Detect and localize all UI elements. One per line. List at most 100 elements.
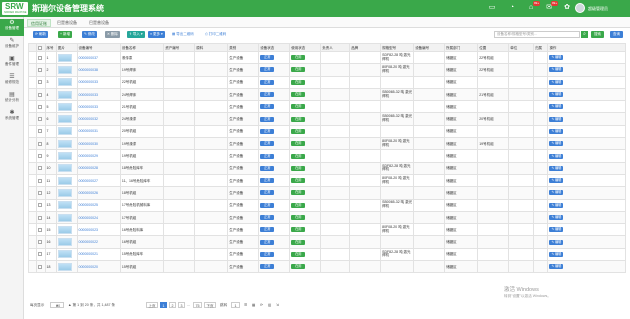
equipment-code-link[interactable]: 0000000020: [76, 260, 121, 274]
row-checkbox[interactable]: [36, 198, 46, 212]
equipment-code-link[interactable]: 0000000026: [76, 186, 121, 200]
export-icon[interactable]: ⇲: [276, 300, 279, 310]
edit-row-button[interactable]: ✎ 编辑: [549, 141, 564, 147]
edit-button[interactable]: ✎ 修改: [82, 31, 97, 38]
tab-equipment-a[interactable]: 巴是普设备: [54, 19, 80, 27]
equipment-image[interactable]: [55, 247, 78, 262]
page-3-button[interactable]: 3: [178, 302, 185, 308]
equipment-code-link[interactable]: 0000000030: [76, 137, 121, 151]
row-checkbox[interactable]: [36, 161, 46, 175]
table-row[interactable]: 11 0000000027 11、16号危险库车 生产设备 正常 在用 80F08-20 吨…: [27, 173, 626, 188]
table-row[interactable]: 16 0000000022 16号机组 生产设备 正常 在用 储罐区 ✎ 编辑: [27, 235, 626, 249]
print-qrcode-link[interactable]: ⎙ 打印二维码: [205, 31, 226, 38]
list-view-icon[interactable]: ☰: [244, 300, 247, 310]
row-checkbox[interactable]: [36, 63, 46, 77]
page-2-button[interactable]: 2: [169, 302, 176, 308]
more-button[interactable]: ≡ 更多 ▾: [148, 31, 165, 38]
page-size-select[interactable]: 20 ▾: [50, 302, 64, 308]
row-checkbox[interactable]: [36, 124, 46, 139]
edit-row-button[interactable]: ✎ 编辑: [549, 178, 564, 184]
export-qrcode-link[interactable]: ▦ 导出二维码: [172, 31, 194, 38]
equipment-image[interactable]: [55, 198, 78, 212]
equipment-code-link[interactable]: 0000000037: [76, 50, 121, 65]
row-checkbox[interactable]: [36, 223, 46, 237]
table-row[interactable]: 7 0000000031 20号机组 生产设备 正常 在用 储罐区 ✎ 编辑: [27, 124, 626, 139]
equipment-image[interactable]: [55, 260, 78, 274]
table-row[interactable]: 17 0000000021 15号危险库车 生产设备 正常 在用 SDF82-28 吨 激光…: [27, 247, 626, 262]
equipment-code-link[interactable]: 0000000032: [76, 112, 121, 126]
next-page-button[interactable]: 下页: [204, 302, 216, 308]
search-input[interactable]: 设备名称/规格型号/类别...: [494, 31, 580, 38]
edit-row-button[interactable]: ✎ 编辑: [549, 104, 564, 110]
page-1-button[interactable]: 1: [160, 302, 167, 308]
equipment-code-link[interactable]: 0000000022: [76, 235, 121, 249]
row-checkbox[interactable]: [36, 50, 46, 65]
equipment-image[interactable]: [55, 63, 78, 77]
table-row[interactable]: 4 0000000033 24号焊床 生产设备 正常 在用 SB0065-32 吨 激光焊机…: [27, 87, 626, 102]
equipment-code-link[interactable]: 0000000038: [76, 63, 121, 77]
username[interactable]: 超级管理员: [588, 6, 608, 11]
bell-icon[interactable]: ◔: [508, 4, 516, 12]
table-row[interactable]: 1 0000000037 滚传泵 生产设备 正常 在用 SDF82-28 吨 激光焊机 储罐区…: [27, 50, 626, 65]
row-checkbox[interactable]: [36, 75, 46, 89]
refresh-button[interactable]: ⟳ 刷新: [33, 31, 48, 38]
equipment-code-link[interactable]: 0000000029: [76, 149, 121, 163]
sidebar-item-equipment[interactable]: ⚙ 设备管理: [0, 19, 24, 36]
equipment-code-link[interactable]: 0000000033: [76, 75, 121, 89]
table-row[interactable]: 10 0000000028 18号危险库车 生产设备 正常 在用 SDF82-28 吨 激光…: [27, 161, 626, 175]
sidebar-item-maintenance[interactable]: ✎ 设备维护: [0, 37, 24, 54]
equipment-code-link[interactable]: 0000000028: [76, 161, 121, 175]
equipment-image[interactable]: [55, 112, 78, 126]
row-checkbox[interactable]: [36, 260, 46, 274]
delete-button[interactable]: ✕ 删除: [105, 31, 120, 38]
equipment-image[interactable]: [55, 235, 78, 249]
edit-row-button[interactable]: ✎ 编辑: [549, 190, 564, 196]
table-row[interactable]: 13 0000000025 17号危险机械料库 生产设备 正常 在用 SB0065-32 吨…: [27, 198, 626, 212]
equipment-image[interactable]: [55, 87, 78, 102]
sidebar-item-system[interactable]: ✱ 系统管理: [0, 109, 24, 126]
row-checkbox[interactable]: [36, 149, 46, 163]
equipment-code-link[interactable]: 0000000025: [76, 198, 121, 212]
sidebar-item-spare-parts[interactable]: ▣ 备件管理: [0, 55, 24, 72]
grid-view-icon[interactable]: ▦: [252, 300, 255, 310]
gift-icon[interactable]: ✿: [563, 4, 571, 12]
equipment-image[interactable]: [55, 50, 78, 65]
search-button[interactable]: 搜索: [591, 31, 604, 38]
edit-row-button[interactable]: ✎ 编辑: [549, 55, 564, 61]
avatar[interactable]: [575, 3, 585, 13]
row-checkbox[interactable]: [36, 210, 46, 225]
select-all-checkbox[interactable]: [36, 43, 46, 52]
equipment-image[interactable]: [55, 124, 78, 139]
equipment-image[interactable]: [55, 137, 78, 151]
equipment-image[interactable]: [55, 100, 78, 114]
row-checkbox[interactable]: [36, 235, 46, 249]
edit-row-button[interactable]: ✎ 编辑: [549, 165, 564, 171]
sidebar-item-statistics[interactable]: ▤ 统计分析: [0, 91, 24, 108]
add-button[interactable]: + 新增: [58, 31, 73, 38]
equipment-code-link[interactable]: 0000000033: [76, 100, 121, 114]
edit-row-button[interactable]: ✎ 编辑: [549, 153, 564, 159]
table-row[interactable]: 3 0000000033 22号机组 生产设备 正常 在用 储罐区 ✎ 编辑: [27, 75, 626, 89]
row-checkbox[interactable]: [36, 137, 46, 151]
row-checkbox[interactable]: [36, 100, 46, 114]
edit-row-button[interactable]: ✎ 编辑: [549, 239, 564, 245]
edit-row-button[interactable]: ✎ 编辑: [549, 227, 564, 233]
equipment-image[interactable]: [55, 223, 78, 237]
row-checkbox[interactable]: [36, 87, 46, 102]
table-row[interactable]: 14 0000000024 17号机组 生产设备 正常 在用 储罐区 ✎ 编辑: [27, 210, 626, 225]
sidebar-item-repair-spec[interactable]: ☰ 维修规范: [0, 73, 24, 90]
table-row[interactable]: 18 0000000020 15号机组 生产设备 正常 在用 储罐区 ✎ 编辑: [27, 260, 626, 274]
equipment-code-link[interactable]: 0000000021: [76, 247, 121, 262]
edit-row-button[interactable]: ✎ 编辑: [549, 92, 564, 98]
edit-row-button[interactable]: ✎ 编辑: [549, 128, 564, 134]
table-row[interactable]: 15 0000000023 16号危险料库 生产设备 正常 在用 80F08-20 吨 激光…: [27, 223, 626, 237]
row-checkbox[interactable]: [36, 186, 46, 200]
equipment-image[interactable]: [55, 149, 78, 163]
edit-row-button[interactable]: ✎ 编辑: [549, 67, 564, 73]
prev-page-button[interactable]: 上页: [146, 302, 158, 308]
table-row[interactable]: 9 0000000029 19号机组 生产设备 正常 在用 储罐区 ✎ 编辑: [27, 149, 626, 163]
row-checkbox[interactable]: [36, 247, 46, 262]
table-row[interactable]: 8 0000000030 19号澡漆 生产设备 正常 在用 80F08-20 吨 激光焊机 储…: [27, 137, 626, 151]
row-checkbox[interactable]: [36, 112, 46, 126]
query-button[interactable]: 查询: [610, 31, 623, 38]
